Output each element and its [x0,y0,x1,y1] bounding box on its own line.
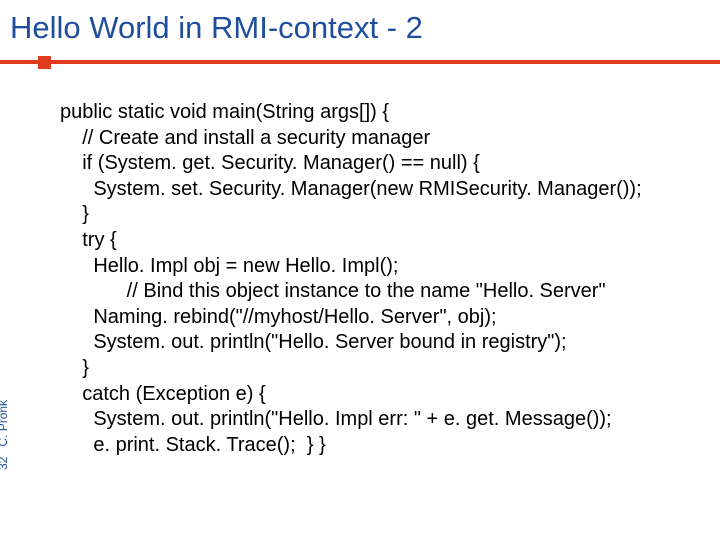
code-line: try { [60,229,117,251]
page-number: 32 [0,457,10,470]
divider-line [0,60,720,64]
slide-content: public static void main(String args[]) {… [0,70,720,458]
code-line: public static void main(String args[]) { [60,101,389,123]
code-line: e. print. Stack. Trace(); } } [60,434,326,456]
code-block: public static void main(String args[]) {… [60,100,702,458]
code-line: } [60,203,89,225]
code-line: // Bind this object instance to the name… [60,280,606,302]
code-line: System. out. println("Hello. Impl err: "… [60,408,612,430]
slide-footer: 32 C. Pronk [0,400,10,470]
code-line: System. out. println("Hello. Server boun… [60,331,567,353]
code-line: } [60,357,89,379]
code-line: if (System. get. Security. Manager() == … [60,152,480,174]
code-line: Hello. Impl obj = new Hello. Impl(); [60,255,398,277]
code-line: // Create and install a security manager [60,127,430,149]
author-name: C. Pronk [0,400,10,447]
code-line: catch (Exception e) { [60,383,266,405]
code-line: Naming. rebind("//myhost/Hello. Server",… [60,306,497,328]
code-line: System. set. Security. Manager(new RMISe… [60,178,642,200]
divider-marker [38,56,51,69]
title-divider [0,56,720,70]
slide-title: Hello World in RMI-context - 2 [0,0,720,52]
